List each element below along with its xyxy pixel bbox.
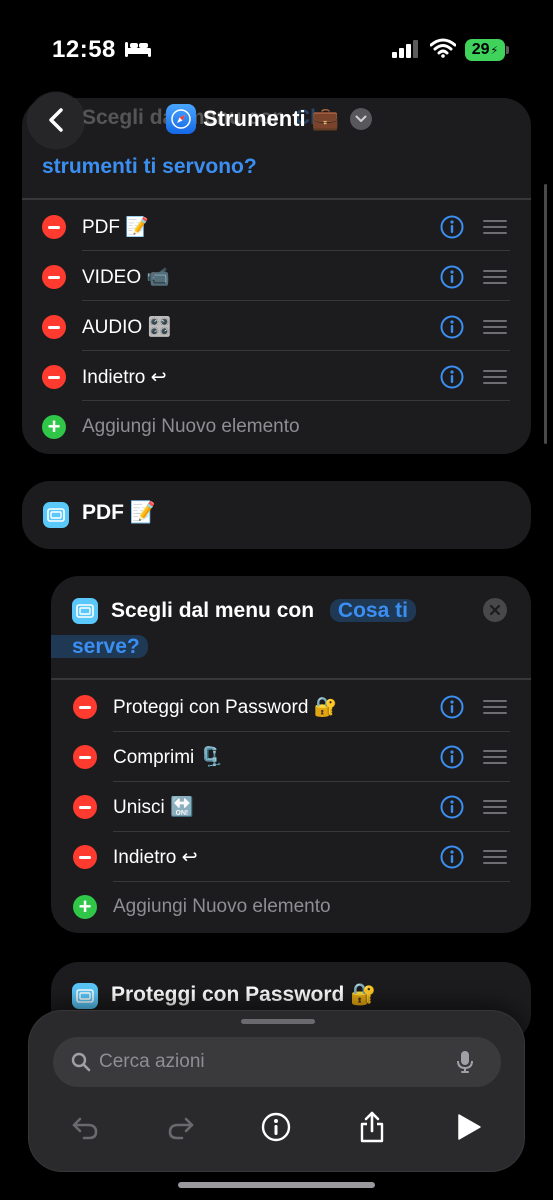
menu-item-label[interactable]: Comprimi 🗜️ bbox=[113, 745, 223, 769]
microphone-icon[interactable] bbox=[456, 1050, 474, 1074]
battery-level: 29 bbox=[471, 41, 490, 58]
shortcut-title-button[interactable]: Strumenti 💼 bbox=[166, 102, 373, 136]
shortcuts-action-icon bbox=[72, 598, 98, 624]
row-divider bbox=[82, 400, 510, 401]
action-label: Proteggi con Password 🔐 bbox=[111, 983, 377, 1006]
info-icon[interactable] bbox=[440, 315, 464, 339]
add-item-label[interactable]: Aggiungi Nuovo elemento bbox=[82, 416, 300, 438]
reorder-handle-icon[interactable] bbox=[483, 750, 507, 764]
delete-item-button[interactable] bbox=[42, 365, 66, 389]
menu-prompt-prefix: Scegli dal menu con bbox=[111, 599, 315, 622]
menu-item-label[interactable]: AUDIO 🎛️ bbox=[82, 315, 171, 339]
add-item-row[interactable]: + Aggiungi Nuovo elemento bbox=[73, 882, 513, 932]
choose-menu-card-what-you-need: Scegli dal menu con Cosa ti serve? Prote… bbox=[51, 576, 531, 933]
battery-tip bbox=[506, 46, 509, 54]
home-indicator bbox=[178, 1182, 375, 1188]
add-item-row[interactable]: + Aggiungi Nuovo elemento bbox=[42, 402, 512, 452]
cellular-signal-icon bbox=[392, 40, 418, 58]
info-icon[interactable] bbox=[440, 265, 464, 289]
divider bbox=[22, 198, 531, 200]
add-item-label[interactable]: Aggiungi Nuovo elemento bbox=[113, 896, 331, 918]
row-divider bbox=[82, 300, 510, 301]
sheet-grabber[interactable] bbox=[241, 1019, 315, 1024]
search-input[interactable] bbox=[99, 1051, 439, 1073]
info-icon bbox=[261, 1112, 291, 1142]
search-bar[interactable] bbox=[53, 1037, 501, 1087]
shortcut-details-button[interactable] bbox=[256, 1107, 296, 1147]
info-icon[interactable] bbox=[440, 365, 464, 389]
actions-bottom-sheet bbox=[28, 1010, 525, 1172]
menu-item-label[interactable]: Indietro ↩︎ bbox=[113, 846, 198, 869]
menu-case-card-pdf[interactable]: PDF 📝 bbox=[22, 481, 531, 549]
shortcuts-action-icon bbox=[72, 983, 98, 1009]
chevron-down-icon[interactable] bbox=[350, 108, 373, 130]
add-item-icon[interactable]: + bbox=[42, 415, 66, 439]
share-button[interactable] bbox=[352, 1107, 392, 1147]
safari-compass-icon bbox=[166, 104, 196, 134]
scroll-indicator[interactable] bbox=[544, 184, 547, 444]
divider bbox=[51, 678, 531, 680]
menu-item-label[interactable]: Unisci 🔛 bbox=[113, 795, 194, 819]
status-time: 12:58 bbox=[52, 36, 116, 63]
play-icon bbox=[458, 1114, 481, 1140]
choose-menu-card-tools: Scegli dal menu con Che strumenti ti ser… bbox=[22, 98, 531, 454]
menu-prompt-variable-end[interactable]: serve? bbox=[51, 629, 148, 665]
undo-icon bbox=[72, 1117, 98, 1140]
back-button[interactable] bbox=[28, 92, 84, 148]
redo-icon bbox=[168, 1117, 194, 1140]
info-icon[interactable] bbox=[440, 215, 464, 239]
info-icon[interactable] bbox=[440, 845, 464, 869]
reorder-handle-icon[interactable] bbox=[483, 800, 507, 814]
undo-button[interactable] bbox=[65, 1107, 105, 1147]
menu-item-label[interactable]: VIDEO 📹 bbox=[82, 265, 170, 289]
delete-item-button[interactable] bbox=[42, 265, 66, 289]
redo-button[interactable] bbox=[161, 1107, 201, 1147]
delete-item-button[interactable] bbox=[73, 795, 97, 819]
sleep-focus-icon bbox=[125, 42, 151, 57]
run-button[interactable] bbox=[449, 1107, 489, 1147]
row-divider bbox=[82, 250, 510, 251]
wifi-icon bbox=[430, 38, 456, 58]
shortcut-title[interactable]: Strumenti 💼 bbox=[203, 106, 339, 132]
reorder-handle-icon[interactable] bbox=[483, 850, 507, 864]
delete-item-button[interactable] bbox=[42, 215, 66, 239]
reorder-handle-icon[interactable] bbox=[483, 320, 507, 334]
menu-prompt-line1: Scegli dal menu con Cosa ti bbox=[111, 593, 416, 629]
close-icon bbox=[490, 605, 500, 615]
menu-item-label[interactable]: PDF 📝 bbox=[82, 215, 149, 239]
info-icon[interactable] bbox=[440, 795, 464, 819]
add-item-icon[interactable]: + bbox=[73, 895, 97, 919]
reorder-handle-icon[interactable] bbox=[483, 370, 507, 384]
menu-prompt-variable-start[interactable]: Cosa ti bbox=[329, 599, 416, 622]
charging-bolt-icon: ⚡ bbox=[490, 44, 499, 57]
menu-item-label[interactable]: Indietro ↩︎ bbox=[82, 366, 167, 389]
remove-action-button[interactable] bbox=[483, 598, 507, 622]
menu-item-label[interactable]: Proteggi con Password 🔐 bbox=[113, 695, 337, 719]
status-bar: 12:58 29 ⚡ bbox=[0, 0, 553, 90]
menu-prompt-variable[interactable]: strumenti ti servono? bbox=[42, 149, 257, 185]
delete-item-button[interactable] bbox=[73, 745, 97, 769]
info-icon[interactable] bbox=[440, 745, 464, 769]
info-icon[interactable] bbox=[440, 695, 464, 719]
search-icon bbox=[71, 1052, 91, 1072]
menu-prompt-variable[interactable]: serve? bbox=[51, 635, 148, 658]
delete-item-button[interactable] bbox=[42, 315, 66, 339]
row-divider bbox=[82, 350, 510, 351]
reorder-handle-icon[interactable] bbox=[483, 700, 507, 714]
menu-case-label: PDF 📝 bbox=[82, 501, 156, 524]
delete-item-button[interactable] bbox=[73, 845, 97, 869]
battery-indicator: 29 ⚡ bbox=[465, 39, 505, 61]
reorder-handle-icon[interactable] bbox=[483, 220, 507, 234]
share-icon bbox=[360, 1111, 384, 1143]
shortcuts-action-icon bbox=[43, 502, 69, 528]
chevron-left-icon bbox=[49, 108, 63, 132]
reorder-handle-icon[interactable] bbox=[483, 270, 507, 284]
delete-item-button[interactable] bbox=[73, 695, 97, 719]
